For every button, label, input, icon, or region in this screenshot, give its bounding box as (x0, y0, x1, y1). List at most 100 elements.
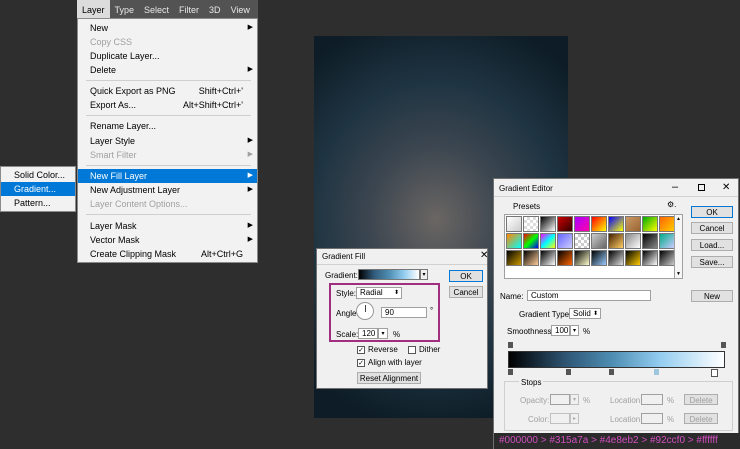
color-stop-1[interactable] (508, 369, 513, 375)
color-stop-5[interactable] (711, 369, 718, 377)
gradient-preset-swatch[interactable] (591, 250, 607, 266)
gradient-preset-swatch[interactable] (506, 216, 522, 232)
menu-item-export-as[interactable]: Export As... Alt+Shift+Ctrl+' (78, 98, 257, 112)
menu-separator (86, 115, 251, 116)
gradient-preset-swatch[interactable] (523, 233, 539, 249)
menu-item-new-adjustment-layer[interactable]: New Adjustment Layer ▶ (78, 183, 257, 197)
gradient-bar[interactable] (508, 351, 725, 368)
menu-select[interactable]: Select (139, 0, 174, 18)
menu-item-new[interactable]: New ▶ (78, 21, 257, 35)
menu-item-new-fill-layer[interactable]: New Fill Layer ▶ (78, 169, 257, 183)
presets-scrollbar[interactable]: ▲ ▼ (675, 214, 683, 279)
gradient-preset-swatch[interactable] (625, 250, 641, 266)
load-button[interactable]: Load... (691, 239, 733, 251)
gradient-preset-swatch[interactable] (540, 216, 556, 232)
gradient-preset-swatch[interactable] (506, 250, 522, 266)
menu-item-rename-layer[interactable]: Rename Layer... (78, 119, 257, 133)
align-with-layer-label: Align with layer (368, 358, 422, 367)
gradient-preset-swatch[interactable] (506, 233, 522, 249)
close-icon[interactable]: ✕ (480, 250, 488, 261)
menu-type[interactable]: Type (110, 0, 140, 18)
menu-item-delete[interactable]: Delete ▶ (78, 63, 257, 77)
gradient-hex-caption: #000000 > #315a7a > #4e8eb2 > #92ccf0 > … (494, 433, 740, 449)
menu-item-vector-mask[interactable]: Vector Mask ▶ (78, 233, 257, 247)
submenu-item-pattern[interactable]: Pattern... (1, 196, 75, 210)
menu-view[interactable]: View (226, 0, 255, 18)
gradient-preset-swatch[interactable] (557, 216, 573, 232)
color-location-unit: % (667, 415, 675, 424)
name-input[interactable]: Custom (527, 290, 651, 301)
gradient-type-label: Gradient Type: (519, 310, 572, 319)
gradient-preview[interactable] (358, 269, 420, 280)
gradient-preset-swatch[interactable] (608, 216, 624, 232)
gradient-preset-swatch[interactable] (574, 216, 590, 232)
smoothness-input[interactable]: 100 (551, 325, 570, 336)
menu-item-layer-style[interactable]: Layer Style ▶ (78, 134, 257, 148)
gradient-preset-swatch[interactable] (659, 216, 674, 232)
reset-alignment-button[interactable]: Reset Alignment (357, 372, 421, 384)
color-stop-2[interactable] (566, 369, 571, 375)
gradient-preset-swatch[interactable] (591, 233, 607, 249)
menu-item-layer-mask[interactable]: Layer Mask ▶ (78, 219, 257, 233)
gradient-preset-swatch[interactable] (557, 233, 573, 249)
reverse-checkbox[interactable]: ✓ (357, 346, 365, 354)
gradient-preset-swatch[interactable] (659, 233, 674, 249)
stops-label: Stops (519, 378, 544, 387)
dither-checkbox[interactable] (408, 346, 416, 354)
scale-dropdown-icon[interactable]: ▾ (378, 328, 388, 339)
menu-separator (86, 214, 251, 215)
menu-item-duplicate-layer[interactable]: Duplicate Layer... (78, 49, 257, 63)
color-stop-3[interactable] (609, 369, 614, 375)
maximize-icon[interactable] (698, 184, 705, 191)
gradient-preset-swatch[interactable] (608, 233, 624, 249)
submenu-arrow-icon: ▶ (247, 236, 253, 243)
menu-item-quick-export[interactable]: Quick Export as PNG Shift+Ctrl+' (78, 84, 257, 98)
dialog-title: Gradient Fill (322, 252, 366, 261)
opacity-stop-right[interactable] (721, 342, 726, 348)
gradient-preset-swatch[interactable] (557, 250, 573, 266)
gradient-preset-swatch[interactable] (642, 216, 658, 232)
gear-icon[interactable]: ⚙. (667, 200, 676, 209)
gradient-preset-swatch[interactable] (540, 250, 556, 266)
menu-item-create-clipping-mask[interactable]: Create Clipping Mask Alt+Ctrl+G (78, 247, 257, 261)
opacity-unit: % (583, 396, 591, 405)
save-button[interactable]: Save... (691, 256, 733, 268)
gradient-preset-swatch[interactable] (574, 233, 590, 249)
gradient-preset-swatch[interactable] (642, 250, 658, 266)
color-stop-4[interactable] (654, 369, 659, 375)
gradient-preset-swatch[interactable] (659, 250, 674, 266)
chevron-down-icon[interactable]: ▾ (420, 269, 428, 280)
submenu-arrow-icon: ▶ (247, 172, 253, 179)
gradient-type-select[interactable]: Solid ⬍ (569, 308, 601, 319)
presets-grid[interactable] (504, 214, 675, 279)
angle-dial[interactable] (356, 302, 374, 320)
smoothness-dropdown-icon[interactable]: ▾ (570, 325, 579, 336)
menu-filter[interactable]: Filter (174, 0, 204, 18)
cancel-button[interactable]: Cancel (691, 222, 733, 234)
align-with-layer-checkbox[interactable]: ✓ (357, 359, 365, 367)
gradient-fill-dialog: Gradient Fill ✕ Gradient: ▾ OK Cancel St… (316, 248, 488, 389)
new-button[interactable]: New (691, 290, 733, 302)
cancel-button[interactable]: Cancel (449, 286, 483, 298)
angle-input[interactable]: 90 (381, 307, 427, 318)
gradient-preset-swatch[interactable] (625, 216, 641, 232)
gradient-preset-swatch[interactable] (540, 233, 556, 249)
submenu-item-solid-color[interactable]: Solid Color... (1, 168, 75, 182)
ok-button[interactable]: OK (691, 206, 733, 218)
scale-input[interactable]: 120 (358, 328, 378, 339)
gradient-preset-swatch[interactable] (523, 250, 539, 266)
style-select[interactable]: Radial ⬍ (356, 287, 402, 299)
submenu-item-gradient[interactable]: Gradient... (1, 182, 75, 196)
close-icon[interactable]: ✕ (722, 182, 730, 193)
gradient-preset-swatch[interactable] (642, 233, 658, 249)
gradient-preset-swatch[interactable] (625, 233, 641, 249)
gradient-preset-swatch[interactable] (523, 216, 539, 232)
opacity-stop-left[interactable] (508, 342, 513, 348)
gradient-preset-swatch[interactable] (608, 250, 624, 266)
menu-layer[interactable]: Layer (77, 0, 110, 18)
gradient-preset-swatch[interactable] (574, 250, 590, 266)
gradient-preset-swatch[interactable] (591, 216, 607, 232)
menu-3d[interactable]: 3D (204, 0, 226, 18)
ok-button[interactable]: OK (449, 270, 483, 282)
minimize-icon[interactable]: – (672, 181, 678, 193)
